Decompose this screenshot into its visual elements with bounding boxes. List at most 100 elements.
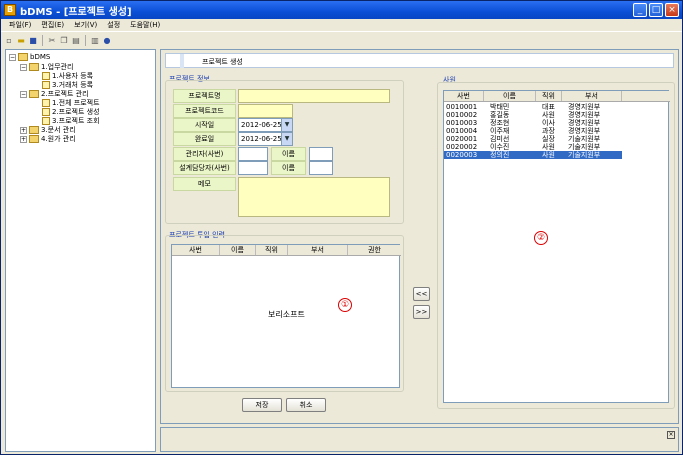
document-icon [42, 81, 50, 89]
collapse-icon[interactable]: − [9, 53, 16, 61]
table-row[interactable]: 0020002 이수진 사원 기술지원부 [444, 143, 622, 151]
menu-help[interactable]: 도움말(H) [130, 20, 160, 30]
designer-name-input[interactable] [309, 161, 333, 175]
start-date-picker[interactable]: 2012-06-25 ▼ [238, 118, 293, 132]
table-row[interactable]: 0010002 홍길동 사원 경영지원부 [444, 111, 622, 119]
designer-name-label: 이름 [271, 161, 306, 175]
panel-title: 프로젝트 생성 [202, 58, 243, 66]
memo-textarea[interactable] [238, 177, 390, 217]
table-row[interactable]: 0020001 김미선 실장 기술지원부 [444, 135, 622, 143]
chevron-down-icon[interactable]: ▼ [281, 119, 292, 131]
table-cell: 0020002 [446, 143, 478, 151]
table-cell: 이사 [542, 119, 555, 127]
table-cell: 사원 [542, 151, 555, 159]
tree-root[interactable]: − bDMS [9, 53, 50, 61]
collapse-icon[interactable]: − [20, 90, 27, 98]
expand-icon[interactable]: + [20, 126, 27, 134]
folder-icon [29, 90, 39, 98]
manager-id-input[interactable] [238, 147, 268, 161]
table-cell: 경영지원부 [568, 103, 601, 111]
table-cell: 경영지원부 [568, 111, 601, 119]
project-code-label: 프로젝트코드 [173, 104, 236, 118]
column-header[interactable]: 이름 [220, 245, 256, 255]
panel-header-marker [180, 54, 184, 68]
navigation-tree: − bDMS − 1.업무관리 1.사용자 등록 3.거래처 등록 − 2.프로… [5, 49, 156, 452]
toolbar-separator [42, 35, 43, 46]
close-icon[interactable]: × [667, 431, 675, 439]
table-cell: 이수진 [490, 143, 510, 151]
table-cell: 박태민 [490, 103, 510, 111]
empty-grid-watermark: 보리소프트 [268, 310, 305, 319]
table-row[interactable]: 0010001 박태민 대표 경영지원부 [444, 103, 622, 111]
document-icon [42, 72, 50, 80]
annotation-marker-2: ② [534, 231, 548, 245]
table-cell: 0010003 [446, 119, 478, 127]
add-staff-button[interactable]: << [413, 287, 430, 301]
assigned-grid-header: 사번 이름 직위 부서 권한 [172, 245, 401, 256]
table-cell: 정조현 [490, 119, 510, 127]
title-bar: B bDMS - [프로젝트 생성] _ □ × [1, 1, 682, 19]
table-cell: 대표 [542, 103, 555, 111]
chevron-down-icon[interactable]: ▼ [281, 133, 292, 145]
column-header[interactable]: 직위 [256, 245, 288, 255]
project-code-input[interactable] [238, 104, 293, 118]
maximize-icon[interactable]: □ [649, 3, 663, 17]
project-name-input[interactable] [238, 89, 390, 103]
end-date-picker[interactable]: 2012-06-25 ▼ [238, 132, 293, 146]
column-header[interactable]: 부서 [562, 91, 622, 101]
column-header[interactable]: 직위 [536, 91, 562, 101]
status-bar: × [160, 427, 679, 452]
paste-icon[interactable]: ▤ [71, 36, 81, 46]
expand-icon[interactable]: + [20, 135, 27, 143]
cancel-button[interactable]: 취소 [286, 398, 326, 412]
tree-item-cost-manage[interactable]: + 4.원가 관리 [20, 134, 76, 144]
close-icon[interactable]: × [665, 3, 679, 17]
print-icon[interactable]: ▥ [90, 36, 100, 46]
document-icon [42, 108, 50, 116]
folder-icon [29, 63, 39, 71]
column-header [622, 91, 670, 101]
table-cell: 홍길동 [490, 111, 510, 119]
save-button[interactable]: 저장 [242, 398, 282, 412]
minimize-icon[interactable]: _ [633, 3, 647, 17]
assigned-staff-grid[interactable]: 사번 이름 직위 부서 권한 보리소프트 [171, 244, 401, 388]
collapse-icon[interactable]: − [20, 63, 27, 71]
manager-name-input[interactable] [309, 147, 333, 161]
table-cell: 0010001 [446, 103, 478, 111]
remove-staff-button[interactable]: >> [413, 305, 430, 319]
table-cell: 0020001 [446, 135, 478, 143]
new-file-icon[interactable]: ▫ [4, 36, 14, 46]
table-cell: 과장 [542, 127, 555, 135]
panel-header: 프로젝트 생성 [165, 53, 674, 68]
menu-edit[interactable]: 편집(E) [41, 20, 64, 30]
save-icon[interactable]: ■ [28, 36, 38, 46]
column-header[interactable]: 이름 [484, 91, 536, 101]
table-cell: 0010002 [446, 111, 478, 119]
cut-icon[interactable]: ✂ [47, 36, 57, 46]
table-row[interactable]: 0010004 이주재 과장 경영지원부 [444, 127, 622, 135]
folder-icon [29, 135, 39, 143]
menu-file[interactable]: 파일(F) [9, 20, 31, 30]
memo-label: 메모 [173, 177, 236, 191]
column-header[interactable]: 권한 [348, 245, 401, 255]
staff-grid[interactable]: 사번 이름 직위 부서 0010001 박태민 대표 경영지원부 0010002 홍길동 사… [443, 90, 670, 403]
table-cell: 정의진 [490, 151, 510, 159]
table-cell: 경영지원부 [568, 127, 601, 135]
table-cell: 기술지원부 [568, 143, 601, 151]
column-header[interactable]: 사번 [172, 245, 220, 255]
copy-icon[interactable]: ❐ [59, 36, 69, 46]
table-cell: 경영지원부 [568, 119, 601, 127]
table-row[interactable]: 0010003 정조현 이사 경영지원부 [444, 119, 622, 127]
table-cell: 0010004 [446, 127, 478, 135]
start-date-label: 시작일 [173, 118, 236, 132]
table-cell: 사원 [542, 143, 555, 151]
help-icon[interactable]: ● [102, 36, 112, 46]
open-folder-icon[interactable]: ▬ [16, 36, 26, 46]
column-header[interactable]: 부서 [288, 245, 348, 255]
menu-settings[interactable]: 설정 [107, 20, 120, 30]
designer-id-input[interactable] [238, 161, 268, 175]
table-row[interactable]: 0020003 정의진 사원 기술지원부 [444, 151, 622, 159]
column-header[interactable]: 사번 [444, 91, 484, 101]
staff-grid-header: 사번 이름 직위 부서 [444, 91, 670, 102]
menu-view[interactable]: 보기(V) [74, 20, 97, 30]
